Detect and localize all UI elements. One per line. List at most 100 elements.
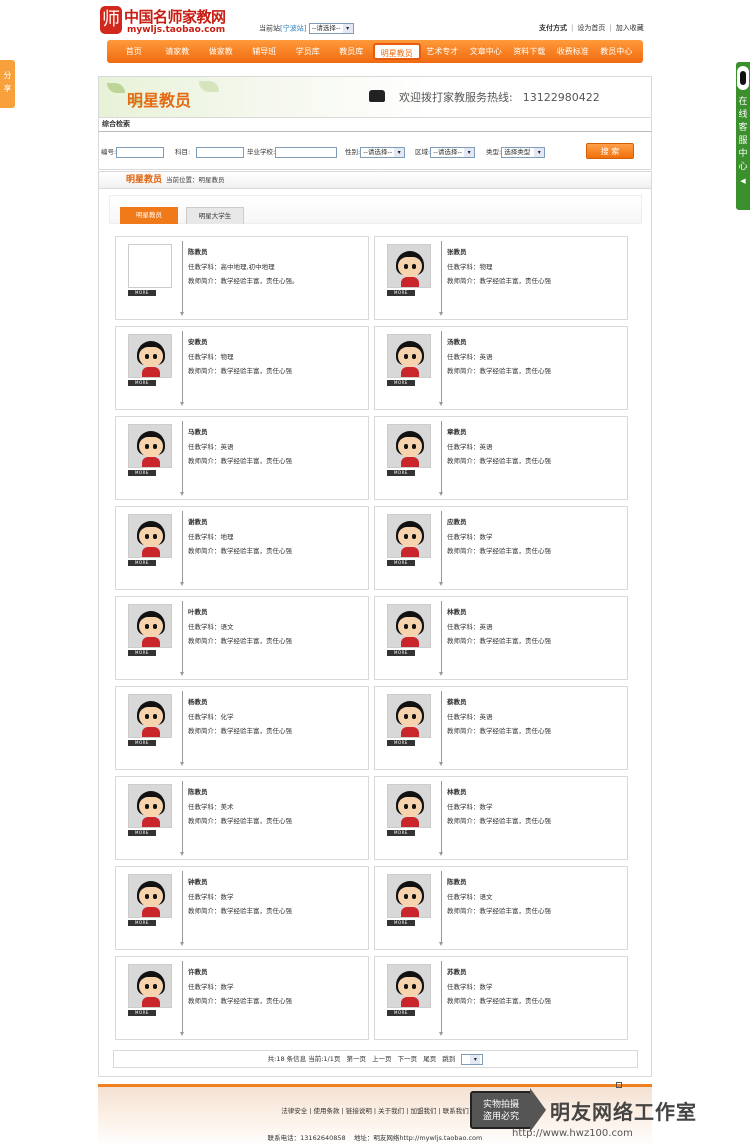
more-button[interactable]: MORE	[387, 290, 415, 296]
teacher-photo[interactable]	[387, 334, 431, 378]
teacher-card[interactable]: MORE 苏教员 任教学科：数学 教师简介：教学经验丰富，责任心强	[374, 956, 628, 1040]
teacher-name[interactable]: 杨教员	[188, 696, 208, 706]
nav-teachers[interactable]: 教员库	[330, 43, 374, 60]
teacher-card[interactable]: MORE 林教员 任教学科：数学 教师简介：教学经验丰富，责任心强	[374, 776, 628, 860]
more-button[interactable]: MORE	[387, 380, 415, 386]
teacher-name[interactable]: 陈教员	[188, 246, 208, 256]
teacher-photo[interactable]	[128, 604, 172, 648]
teacher-card[interactable]: MORE 谢教员 任教学科：地理 教师简介：教学经验丰富，责任心强	[115, 506, 369, 590]
pager-prev[interactable]: 上一页	[372, 1055, 392, 1063]
teacher-name[interactable]: 谢教员	[188, 516, 208, 526]
more-button[interactable]: MORE	[387, 650, 415, 656]
teacher-photo[interactable]	[387, 874, 431, 918]
nav-articles[interactable]: 文章中心	[464, 43, 508, 60]
payment-link[interactable]: 支付方式	[539, 24, 567, 32]
teacher-name[interactable]: 应教员	[447, 516, 467, 526]
teacher-card[interactable]: MORE 林教员 任教学科：英语 教师简介：教学经验丰富，责任心强	[374, 596, 628, 680]
more-button[interactable]: MORE	[128, 920, 156, 926]
nav-art[interactable]: 艺术专才	[421, 43, 465, 60]
more-button[interactable]: MORE	[387, 1010, 415, 1016]
search-button[interactable]: 搜 索	[586, 143, 634, 159]
teacher-name[interactable]: 叶教员	[188, 606, 208, 616]
nav-classes[interactable]: 辅导班	[243, 43, 287, 60]
more-button[interactable]: MORE	[128, 830, 156, 836]
teacher-photo[interactable]	[387, 964, 431, 1008]
more-button[interactable]: MORE	[387, 470, 415, 476]
teacher-card[interactable]: MORE 陈教员 任教学科：语文 教师简介：教学经验丰富，责任心强	[374, 866, 628, 950]
more-button[interactable]: MORE	[387, 920, 415, 926]
more-button[interactable]: MORE	[128, 380, 156, 386]
teacher-photo[interactable]	[387, 244, 431, 288]
teacher-name[interactable]: 林教员	[447, 606, 467, 616]
more-button[interactable]: MORE	[387, 830, 415, 836]
teacher-photo[interactable]	[128, 874, 172, 918]
teacher-photo[interactable]	[387, 514, 431, 558]
teacher-card[interactable]: MORE 应教员 任教学科：数学 教师简介：教学经验丰富，责任心强	[374, 506, 628, 590]
teacher-card[interactable]: MORE 蔡教员 任教学科：英语 教师简介：教学经验丰富，责任心强	[374, 686, 628, 770]
teacher-photo[interactable]	[387, 694, 431, 738]
school-input[interactable]	[275, 146, 338, 158]
nav-be-tutor[interactable]: 做家教	[199, 43, 243, 60]
teacher-card[interactable]: MORE 章教员 任教学科：英语 教师简介：教学经验丰富，责任心强	[374, 416, 628, 500]
pager-next[interactable]: 下一页	[398, 1055, 418, 1063]
teacher-photo[interactable]	[128, 424, 172, 468]
teacher-name[interactable]: 苏教员	[447, 966, 467, 976]
teacher-name[interactable]: 林教员	[447, 786, 467, 796]
teacher-photo[interactable]	[128, 784, 172, 828]
more-button[interactable]: MORE	[387, 560, 415, 566]
pager-first[interactable]: 第一页	[346, 1055, 366, 1063]
teacher-card[interactable]: MORE 张教员 任教学科：物理 教师简介：教学经验丰富，责任心强	[374, 236, 628, 320]
tab-star-students[interactable]: 明星大学生	[186, 207, 244, 224]
teacher-name[interactable]: 许教员	[188, 966, 208, 976]
teacher-name[interactable]: 张教员	[447, 246, 467, 256]
nav-students[interactable]: 学员库	[286, 43, 330, 60]
teacher-card[interactable]: MORE 杨教员 任教学科：化学 教师简介：教学经验丰富，责任心强	[115, 686, 369, 770]
teacher-photo[interactable]	[128, 964, 172, 1008]
site-logo[interactable]: 师 中国名师家教网 mywljs.taobao.com	[100, 6, 240, 40]
nav-hire-tutor[interactable]: 请家教	[156, 43, 200, 60]
pager-last[interactable]: 尾页	[423, 1055, 436, 1063]
more-button[interactable]: MORE	[128, 290, 156, 296]
teacher-name[interactable]: 汤教员	[447, 336, 467, 346]
nav-teacher-center[interactable]: 教员中心	[595, 43, 639, 60]
more-button[interactable]: MORE	[128, 740, 156, 746]
share-tab[interactable]: 分享	[0, 60, 15, 108]
gender-select[interactable]: --请选择-- ▾	[360, 146, 406, 158]
teacher-card[interactable]: MORE 钟教员 任教学科：数学 教师简介：教学经验丰富，责任心强	[115, 866, 369, 950]
tab-star-teachers[interactable]: 明星教员	[120, 207, 178, 224]
teacher-photo[interactable]	[128, 244, 172, 288]
teacher-card[interactable]: MORE 安教员 任教学科：物理 教师简介：教学经验丰富，责任心强	[115, 326, 369, 410]
nav-downloads[interactable]: 资料下载	[508, 43, 552, 60]
teacher-name[interactable]: 钟教员	[188, 876, 208, 886]
teacher-card[interactable]: MORE 马教员 任教学科：英语 教师简介：教学经验丰富，责任心强	[115, 416, 369, 500]
more-button[interactable]: MORE	[128, 650, 156, 656]
teacher-photo[interactable]	[128, 334, 172, 378]
id-input[interactable]	[116, 146, 165, 158]
more-button[interactable]: MORE	[387, 740, 415, 746]
teacher-name[interactable]: 马教员	[188, 426, 208, 436]
more-button[interactable]: MORE	[128, 560, 156, 566]
teacher-card[interactable]: MORE 许教员 任教学科：数学 教师简介：教学经验丰富，责任心强	[115, 956, 369, 1040]
teacher-photo[interactable]	[387, 424, 431, 468]
set-homepage-link[interactable]: 设为首页	[577, 24, 605, 32]
nav-star-teachers[interactable]: 明星教员	[373, 43, 421, 60]
station-select[interactable]: --请选择-- ▾	[308, 23, 354, 34]
teacher-name[interactable]: 蔡教员	[447, 696, 467, 706]
area-select[interactable]: --请选择-- ▾	[430, 146, 476, 158]
nav-fees[interactable]: 收费标准	[551, 43, 595, 60]
teacher-card[interactable]: MORE 叶教员 任教学科：语文 教师简介：教学经验丰富，责任心强	[115, 596, 369, 680]
more-button[interactable]: MORE	[128, 470, 156, 476]
teacher-card[interactable]: MORE 陈教员 任教学科：美术 教师简介：教学经验丰富，责任心强	[115, 776, 369, 860]
teacher-name[interactable]: 陈教员	[188, 786, 208, 796]
teacher-name[interactable]: 安教员	[188, 336, 208, 346]
station-city[interactable]: [宁波站]	[280, 25, 306, 33]
teacher-name[interactable]: 陈教员	[447, 876, 467, 886]
pager-jump-select[interactable]: ▾	[461, 1053, 484, 1065]
nav-home[interactable]: 首页	[112, 43, 156, 60]
type-select[interactable]: 选择类型 ▾	[501, 146, 546, 158]
teacher-photo[interactable]	[387, 604, 431, 648]
teacher-name[interactable]: 章教员	[447, 426, 467, 436]
subject-input[interactable]	[196, 146, 245, 158]
teacher-photo[interactable]	[387, 784, 431, 828]
teacher-card[interactable]: MORE 陈教员 任教学科：高中地理,初中地理 教师简介：教学经验丰富，责任心强。	[115, 236, 369, 320]
